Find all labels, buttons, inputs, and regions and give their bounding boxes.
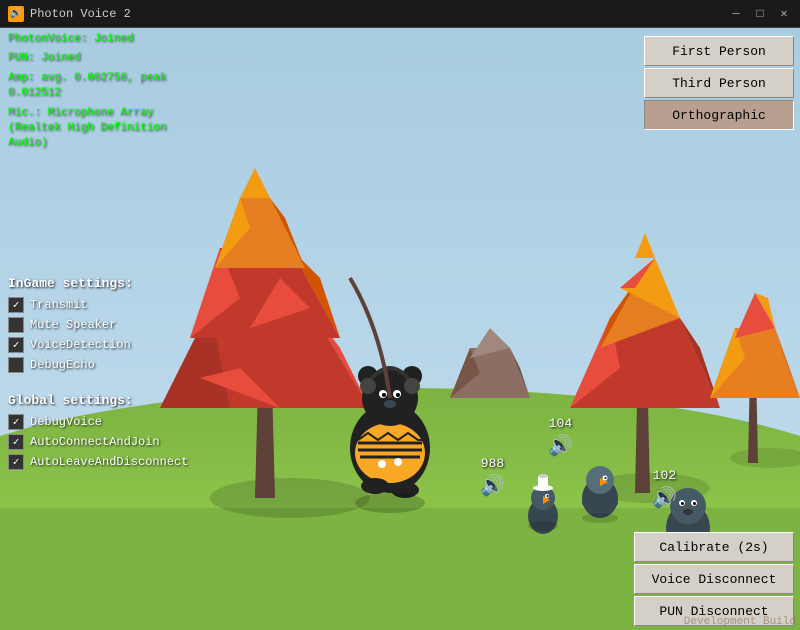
auto-connect-label: AutoConnectAndJoin bbox=[30, 435, 160, 449]
status-line1: PhotonVoice: Joined bbox=[8, 32, 192, 47]
window-controls: ─ □ ✕ bbox=[728, 6, 792, 22]
audio-icon-102: 🔊 bbox=[652, 485, 677, 511]
in-game-settings-label: InGame settings: bbox=[8, 276, 192, 291]
auto-leave-row: ✓ AutoLeaveAndDisconnect bbox=[8, 454, 192, 470]
debug-voice-checkbox[interactable]: ✓ bbox=[8, 414, 24, 430]
mute-speaker-checkbox[interactable] bbox=[8, 317, 24, 333]
debug-echo-label: DebugEcho bbox=[30, 358, 95, 372]
voice-detection-checkbox[interactable]: ✓ bbox=[8, 337, 24, 353]
view-buttons-panel: First Person Third Person Orthographic bbox=[644, 28, 800, 130]
first-person-button[interactable]: First Person bbox=[644, 36, 794, 66]
voice-detection-row: ✓ VoiceDetection bbox=[8, 337, 192, 353]
mute-speaker-label: Mute Speaker bbox=[30, 318, 116, 332]
mute-speaker-row: Mute Speaker bbox=[8, 317, 192, 333]
maximize-button[interactable]: □ bbox=[752, 6, 768, 22]
orthographic-button[interactable]: Orthographic bbox=[644, 100, 794, 130]
transmit-checkbox[interactable]: ✓ bbox=[8, 297, 24, 313]
audio-icon-104: 🔊 bbox=[548, 433, 573, 459]
debug-voice-row: ✓ DebugVoice bbox=[8, 414, 192, 430]
audio-indicator-104: 104 🔊 bbox=[548, 416, 573, 459]
debug-echo-row: DebugEcho bbox=[8, 357, 192, 373]
minimize-button[interactable]: ─ bbox=[728, 6, 744, 22]
debug-echo-checkbox[interactable] bbox=[8, 357, 24, 373]
audio-icon-988: 🔊 bbox=[480, 473, 505, 499]
status-line4: Mic.: Microphone Array (Realtek High Def… bbox=[8, 106, 192, 152]
status-line3: Amp: avg. 0.002756, peak 0.012512 bbox=[8, 71, 192, 102]
transmit-label: Transmit bbox=[30, 298, 88, 312]
audio-number-988: 988 bbox=[481, 456, 504, 471]
auto-connect-row: ✓ AutoConnectAndJoin bbox=[8, 434, 192, 450]
transmit-row: ✓ Transmit bbox=[8, 297, 192, 313]
main-content: 104 🔊 988 🔊 102 🔊 PhotonVoice: Joined PU… bbox=[0, 28, 800, 630]
status-line2: PUN: Joined bbox=[8, 51, 192, 66]
auto-connect-checkbox[interactable]: ✓ bbox=[8, 434, 24, 450]
third-person-button[interactable]: Third Person bbox=[644, 68, 794, 98]
dev-build-label: Development Build bbox=[680, 614, 800, 630]
calibrate-button[interactable]: Calibrate (2s) bbox=[634, 532, 794, 562]
voice-detection-label: VoiceDetection bbox=[30, 338, 131, 352]
audio-number-102: 102 bbox=[653, 468, 676, 483]
close-button[interactable]: ✕ bbox=[776, 6, 792, 22]
titlebar: 🔊 Photon Voice 2 ─ □ ✕ bbox=[0, 0, 800, 28]
audio-number-104: 104 bbox=[549, 416, 572, 431]
voice-disconnect-button[interactable]: Voice Disconnect bbox=[634, 564, 794, 594]
app-icon: 🔊 bbox=[8, 6, 24, 22]
app-window: 🔊 Photon Voice 2 ─ □ ✕ bbox=[0, 0, 800, 630]
audio-indicator-988: 988 🔊 bbox=[480, 456, 505, 499]
left-panel: PhotonVoice: Joined PUN: Joined Amp: avg… bbox=[0, 28, 200, 630]
auto-leave-label: AutoLeaveAndDisconnect bbox=[30, 455, 160, 469]
auto-leave-checkbox[interactable]: ✓ bbox=[8, 454, 24, 470]
audio-indicator-102: 102 🔊 bbox=[652, 468, 677, 511]
window-title: Photon Voice 2 bbox=[30, 7, 728, 21]
global-settings-label: Global settings: bbox=[8, 393, 192, 408]
debug-voice-label: DebugVoice bbox=[30, 415, 102, 429]
